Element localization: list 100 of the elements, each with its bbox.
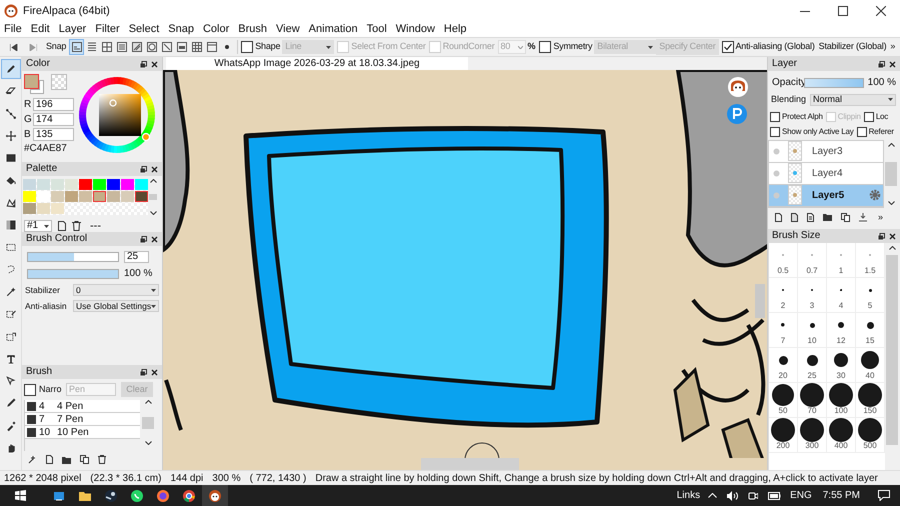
palette-swatch[interactable] [121,191,134,202]
palette-swatch[interactable] [51,191,64,202]
brush-size-option[interactable]: 25 [798,348,827,383]
overflow-chevron[interactable]: » [890,40,896,54]
palette-swatch[interactable] [23,179,36,190]
menu-item[interactable]: Brush [238,24,268,35]
brush-size-option[interactable]: 20 [769,348,798,383]
menu-item[interactable]: Filter [95,24,120,35]
taskbar-app-icon[interactable] [202,485,228,506]
menu-item[interactable]: File [4,24,22,35]
palette-swatch[interactable] [107,179,120,190]
snap-mode-button[interactable] [159,39,174,55]
battery-icon[interactable] [768,492,782,500]
toolbar-links-label[interactable]: Links [676,488,700,503]
brush-size-option[interactable]: 400 [827,418,856,453]
gear-icon[interactable] [869,189,881,201]
foreground-color-swatch[interactable] [24,74,39,89]
blending-dropdown[interactable]: Normal [810,94,896,106]
brush-size-option[interactable]: 500 [856,418,885,453]
color-wheel[interactable] [78,76,156,154]
brush-size-option[interactable]: 1.5 [856,243,885,278]
menu-item[interactable]: Window [396,24,435,35]
windows-start-icon[interactable] [15,490,26,501]
channel-value-field[interactable]: 174 [33,112,74,126]
palette-swatch[interactable] [37,191,50,202]
channel-value-field[interactable]: 196 [33,98,74,110]
brush-list-item[interactable]: 4 4 Pen [25,400,140,413]
size-value-field[interactable]: 25 [124,251,149,263]
palette-swatch[interactable] [37,179,50,190]
size-slider[interactable] [27,252,119,262]
chevron-up-icon[interactable] [708,493,718,498]
channel-value-field[interactable]: 135 [33,128,74,140]
menu-item[interactable]: Edit [30,24,50,35]
brush-size-option[interactable]: 3 [798,278,827,313]
brush-size-option[interactable]: 70 [798,383,827,418]
palette-swatch[interactable] [135,179,148,190]
layer-row[interactable]: Layer4 [769,162,883,184]
scroll-thumb[interactable] [885,162,897,186]
visibility-dot-icon[interactable] [773,192,780,198]
checkbox[interactable] [539,41,552,53]
close-icon[interactable] [151,60,158,68]
trash-icon[interactable] [72,221,81,232]
scroll-down-icon[interactable] [144,441,152,445]
palette-swatch[interactable] [93,191,106,202]
brush-size-option[interactable]: 15 [856,313,885,348]
scroll-up-icon[interactable] [144,400,152,404]
duplicate-icon[interactable] [80,455,89,464]
palette-swatch[interactable] [93,179,106,190]
snap-mode-button[interactable] [129,39,144,55]
menu-item[interactable]: Layer [58,24,86,35]
transparent-color-swatch[interactable] [51,74,67,90]
close-icon[interactable] [151,236,158,242]
layer-row[interactable]: Layer3 [769,140,883,162]
layer-row[interactable]: Layer5 [769,184,883,206]
stabilizer-label[interactable]: Stabilizer (Global) [818,40,886,54]
dropdown[interactable]: Use Global Settings [73,300,159,312]
palette-swatch[interactable] [107,191,120,202]
snap-mode-button[interactable] [174,39,190,55]
visibility-dot-icon[interactable] [773,148,780,154]
checkbox[interactable] [24,384,36,396]
brush-size-option[interactable]: 50 [769,383,798,418]
brush-size-option[interactable]: 200 [769,418,798,453]
palette-swatch[interactable] [79,179,92,190]
scroll-down-icon[interactable] [150,211,156,215]
new-page-icon[interactable] [58,221,66,232]
checkbox[interactable] [770,126,780,136]
snap-mode-button[interactable] [189,39,204,55]
clock-time[interactable]: 7:55 PM [822,488,860,503]
brush-size-option[interactable]: 150 [856,383,885,418]
speaker-icon[interactable] [727,490,738,500]
folder-icon[interactable] [62,456,71,464]
scroll-up-icon[interactable] [888,142,894,146]
scroll-thumb[interactable] [886,255,898,445]
brush-size-option[interactable]: 100 [827,383,856,418]
notification-icon[interactable] [878,490,890,501]
folder-icon[interactable] [823,213,832,222]
menu-item[interactable]: Color [202,24,230,35]
vertical-scrollbar-thumb[interactable] [755,284,765,318]
layer-name[interactable]: Layer5 [812,188,844,202]
new-layer-1bit-icon[interactable] [807,212,814,222]
menu-item[interactable]: Help [444,24,467,35]
palette-swatch[interactable] [23,191,36,202]
brush-size-option[interactable]: 10 [798,313,827,348]
menu-item[interactable]: View [276,24,300,35]
palette-swatch[interactable] [51,203,64,214]
undock-icon[interactable] [878,232,885,240]
p-badge-icon[interactable] [727,104,747,124]
visibility-dot-icon[interactable] [773,170,780,176]
snap-mode-button[interactable] [204,39,220,55]
close-icon[interactable] [151,368,158,376]
snap-mode-button[interactable] [144,39,160,55]
scroll-up-icon[interactable] [888,246,896,250]
brush-size-option[interactable]: 300 [798,418,827,453]
palette-swatch[interactable] [23,203,36,214]
add-brush-icon[interactable] [28,455,37,464]
language-indicator[interactable]: ENG [790,488,812,503]
scroll-thumb[interactable] [142,416,154,428]
brush-size-option[interactable]: 30 [827,348,856,383]
snap-mode-button[interactable] [114,39,130,55]
undock-icon[interactable] [140,60,147,68]
